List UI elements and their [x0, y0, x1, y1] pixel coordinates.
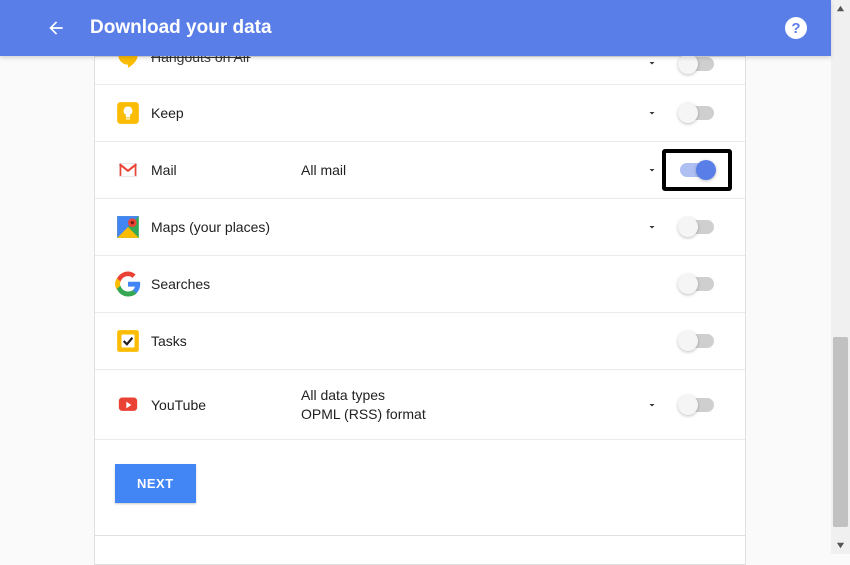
- toggle-maps[interactable]: [680, 220, 714, 234]
- dropdown-keep[interactable]: [637, 107, 667, 119]
- chevron-down-icon: [646, 164, 658, 176]
- vertical-scrollbar[interactable]: [831, 0, 850, 554]
- dropdown-hangouts[interactable]: [637, 57, 667, 69]
- next-button[interactable]: NEXT: [115, 464, 196, 503]
- product-label: Tasks: [151, 333, 301, 349]
- back-button[interactable]: [46, 18, 66, 38]
- chevron-down-icon: [646, 57, 658, 69]
- product-row-mail: Mail All mail: [95, 142, 745, 199]
- actions-row: NEXT: [95, 440, 745, 503]
- product-row-searches: Searches: [95, 256, 745, 313]
- google-g-icon: [115, 271, 141, 297]
- product-label: Maps (your places): [151, 219, 301, 235]
- help-icon: ?: [791, 20, 800, 37]
- product-row-keep: Keep: [95, 85, 745, 142]
- tasks-icon: [115, 328, 141, 354]
- next-card-top: [94, 535, 746, 565]
- maps-icon: [115, 214, 141, 240]
- chevron-down-icon: [646, 399, 658, 411]
- dropdown-youtube[interactable]: [637, 399, 667, 411]
- help-button[interactable]: ?: [785, 17, 807, 39]
- product-detail: All mail: [301, 161, 637, 180]
- toggle-hangouts[interactable]: [680, 57, 714, 71]
- product-row-maps: Maps (your places): [95, 199, 745, 256]
- chevron-down-icon: [646, 107, 658, 119]
- product-label: Mail: [151, 162, 301, 178]
- scrollbar-track[interactable]: [831, 17, 850, 537]
- dropdown-maps[interactable]: [637, 221, 667, 233]
- youtube-icon: [115, 392, 141, 418]
- keep-icon: [115, 100, 141, 126]
- app-header: Download your data ?: [0, 0, 831, 56]
- product-detail: All data types OPML (RSS) format: [301, 386, 637, 424]
- toggle-tasks[interactable]: [680, 334, 714, 348]
- scroll-up-button[interactable]: [831, 0, 850, 17]
- scroll-down-button[interactable]: [831, 537, 850, 554]
- product-row-youtube: YouTube All data types OPML (RSS) format: [95, 370, 745, 440]
- arrow-left-icon: [46, 18, 66, 38]
- product-row-hangouts: Hangouts on Air: [95, 57, 745, 85]
- gmail-icon: [115, 157, 141, 183]
- triangle-up-icon: [836, 4, 845, 13]
- chevron-down-icon: [646, 221, 658, 233]
- product-label: Keep: [151, 105, 301, 121]
- product-row-tasks: Tasks: [95, 313, 745, 370]
- product-label: YouTube: [151, 397, 301, 413]
- toggle-youtube[interactable]: [680, 398, 714, 412]
- toggle-mail[interactable]: [680, 163, 714, 177]
- triangle-down-icon: [836, 541, 845, 550]
- highlight-box: [662, 149, 732, 191]
- products-card: Hangouts on Air Keep: [94, 56, 746, 544]
- toggle-searches[interactable]: [680, 277, 714, 291]
- product-label: Searches: [151, 276, 301, 292]
- page-title: Download your data: [90, 17, 272, 39]
- scrollbar-thumb[interactable]: [833, 337, 848, 527]
- toggle-keep[interactable]: [680, 106, 714, 120]
